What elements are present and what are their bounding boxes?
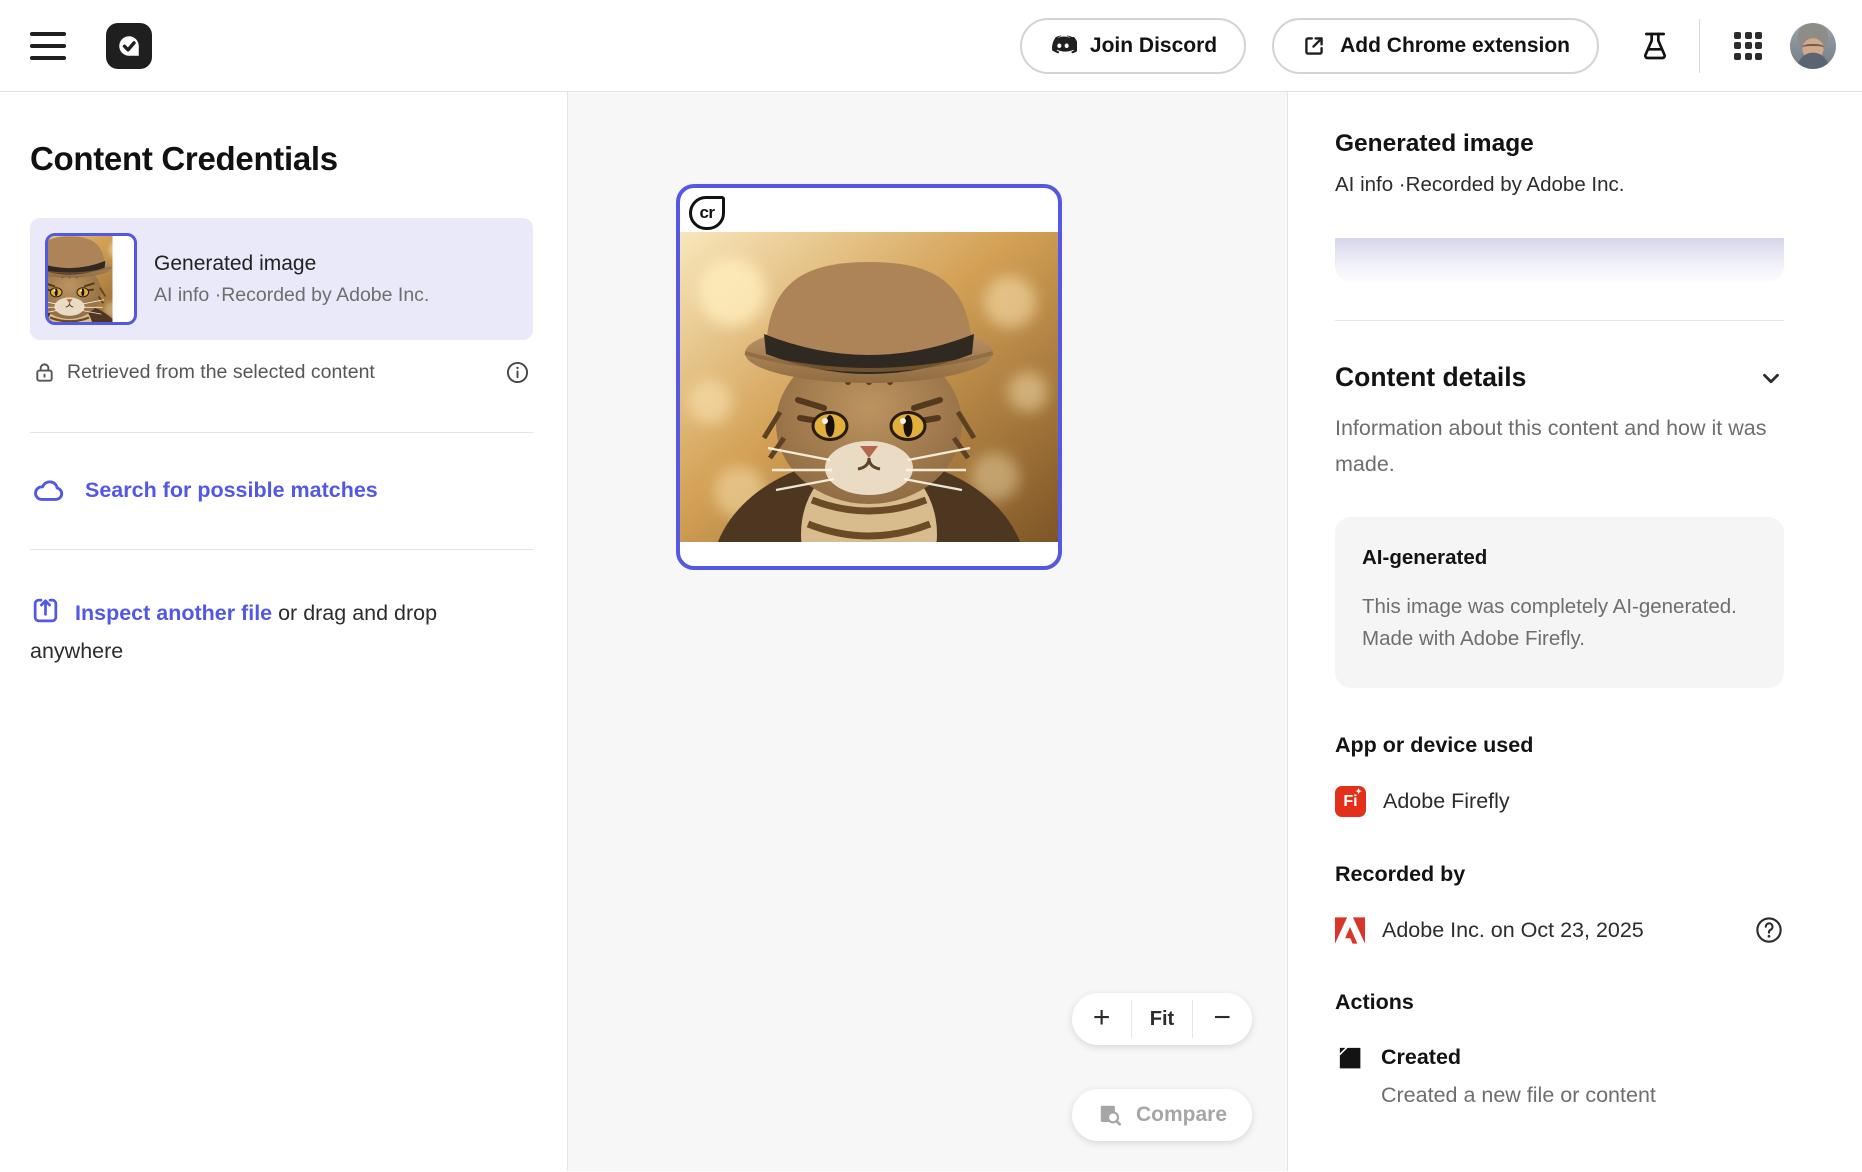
- credential-card-remnant: [1335, 238, 1784, 282]
- app-name: Adobe Firefly: [1383, 789, 1510, 814]
- divider: [30, 432, 533, 433]
- ai-generated-title: AI-generated: [1362, 546, 1757, 570]
- ai-generated-body: This image was completely AI-generated. …: [1362, 591, 1757, 655]
- join-discord-button[interactable]: Join Discord: [1020, 18, 1246, 74]
- ai-generated-card: AI-generated This image was completely A…: [1335, 517, 1784, 688]
- verify-check-icon: [114, 31, 144, 61]
- compare-button[interactable]: Compare: [1072, 1089, 1252, 1141]
- fit-button[interactable]: Fit: [1132, 993, 1191, 1045]
- compare-icon: [1097, 1102, 1123, 1128]
- selected-item-subtitle: AI info ·Recorded by Adobe Inc.: [154, 284, 429, 307]
- join-discord-label: Join Discord: [1090, 34, 1217, 58]
- header-divider: [1699, 19, 1700, 73]
- info-icon: [505, 360, 530, 385]
- search-matches-link[interactable]: Search for possible matches: [30, 477, 533, 503]
- apps-grid-button[interactable]: [1726, 24, 1770, 68]
- selected-content-item[interactable]: Generated image AI info ·Recorded by Ado…: [30, 218, 533, 340]
- content-details-description: Information about this content and how i…: [1335, 410, 1784, 482]
- cloud-icon: [31, 477, 66, 503]
- top-bar: Join Discord Add Chrome extension: [0, 0, 1862, 92]
- image-viewer: cr + Fit − Compare: [568, 92, 1288, 1171]
- inspect-another-file-link[interactable]: Inspect another file: [75, 601, 272, 625]
- menu-icon[interactable]: [30, 32, 66, 60]
- labs-button[interactable]: [1633, 24, 1677, 68]
- upload-icon: [30, 595, 61, 626]
- zoom-controls: + Fit −: [1072, 993, 1252, 1045]
- created-action-row: Created: [1335, 1043, 1784, 1072]
- chevron-down-icon[interactable]: [1758, 365, 1784, 391]
- inspected-image-card[interactable]: cr: [676, 184, 1062, 570]
- compare-label: Compare: [1136, 1103, 1227, 1127]
- info-button[interactable]: [503, 358, 531, 386]
- divider: [30, 549, 533, 550]
- recorded-by-title: Recorded by: [1335, 862, 1784, 887]
- retrieved-note-row: Retrieved from the selected content: [30, 358, 533, 386]
- recorded-by-row: Adobe Inc. on Oct 23, 2025: [1335, 915, 1784, 945]
- selected-item-title: Generated image: [154, 252, 429, 276]
- page-title: Content Credentials: [30, 140, 533, 178]
- panel-subtitle: AI info ·Recorded by Adobe Inc.: [1335, 173, 1784, 197]
- content-thumbnail: [45, 233, 137, 325]
- retrieved-note: Retrieved from the selected content: [67, 361, 375, 384]
- adobe-firefly-icon: Fi: [1335, 786, 1366, 817]
- recorded-by-value: Adobe Inc. on Oct 23, 2025: [1382, 918, 1644, 943]
- content-credentials-logo[interactable]: [106, 23, 152, 69]
- created-icon: [1335, 1043, 1364, 1072]
- app-section-title: App or device used: [1335, 733, 1784, 758]
- add-chrome-extension-label: Add Chrome extension: [1340, 34, 1570, 58]
- content-details-title: Content details: [1335, 362, 1526, 393]
- app-row: Fi Adobe Firefly: [1335, 786, 1784, 817]
- content-details-header[interactable]: Content details: [1335, 362, 1784, 393]
- flask-icon: [1639, 30, 1671, 62]
- external-link-icon: [1301, 33, 1327, 59]
- created-action-description: Created a new file or content: [1381, 1083, 1784, 1108]
- avatar[interactable]: [1790, 23, 1836, 69]
- apps-grid-icon: [1734, 32, 1762, 60]
- search-matches-label: Search for possible matches: [85, 478, 378, 503]
- adobe-logo-icon: [1335, 917, 1365, 944]
- help-button[interactable]: [1754, 915, 1784, 945]
- divider: [1335, 320, 1784, 321]
- details-panel: Generated image AI info ·Recorded by Ado…: [1288, 92, 1862, 1171]
- question-icon: [1754, 915, 1784, 945]
- lock-icon: [33, 361, 56, 384]
- discord-icon: [1049, 35, 1077, 57]
- cat-photo: [680, 232, 1058, 542]
- sidebar: Content Credentials Generated image AI i…: [0, 92, 568, 1171]
- zoom-in-button[interactable]: +: [1072, 990, 1131, 1045]
- add-chrome-extension-button[interactable]: Add Chrome extension: [1272, 18, 1599, 74]
- actions-title: Actions: [1335, 990, 1784, 1015]
- zoom-out-button[interactable]: −: [1193, 990, 1252, 1045]
- panel-title: Generated image: [1335, 130, 1784, 158]
- inspect-another-file-block: Inspect another file or drag and drop an…: [30, 594, 522, 670]
- cr-pin-badge[interactable]: cr: [689, 196, 725, 230]
- created-action-title: Created: [1381, 1045, 1461, 1070]
- cr-pin-label: cr: [699, 203, 714, 223]
